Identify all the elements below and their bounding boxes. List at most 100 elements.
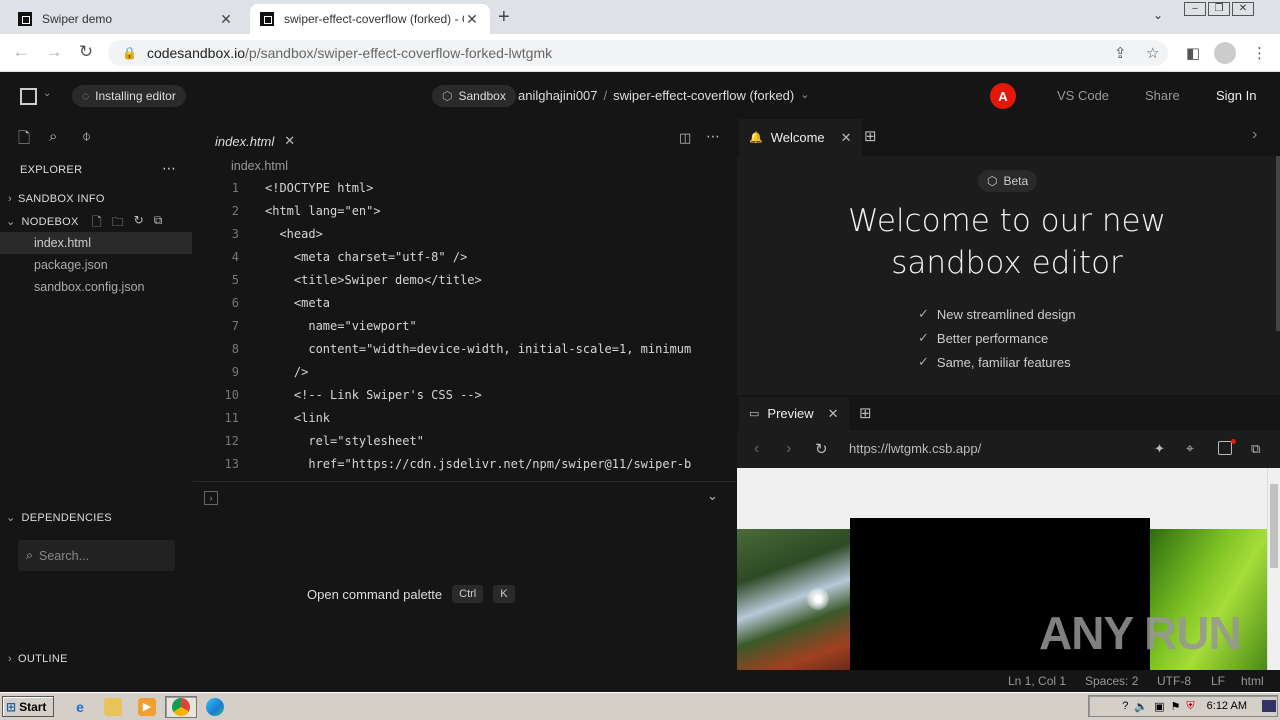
- line-ending[interactable]: LF: [1211, 674, 1225, 688]
- feature-label: New streamlined design: [936, 306, 1076, 322]
- clock-time: 6:12 AM: [1206, 700, 1247, 712]
- collapse-panel-chevron-icon[interactable]: ⌄: [707, 488, 718, 504]
- code-editor[interactable]: 1 <!DOCTYPE html> 2 <html lang="en"> 3 <he…: [193, 177, 736, 479]
- welcome-scrollbar[interactable]: [1276, 156, 1280, 331]
- files-icon[interactable]: 🗋: [18, 128, 30, 153]
- collapse-all-icon[interactable]: ⧉: [154, 213, 163, 234]
- preview-url-input[interactable]: https://lwtgmk.csb.app/: [849, 441, 981, 456]
- bookmark-star-icon[interactable]: ☆: [1146, 44, 1159, 62]
- terminal-icon[interactable]: ›: [204, 491, 218, 505]
- crosshair-icon[interactable]: ⌖: [1186, 440, 1194, 457]
- shield-icon[interactable]: ⛨: [1186, 700, 1194, 713]
- browser-tab-coverflow[interactable]: swiper-effect-coverflow (forked) - C ✕: [250, 4, 490, 34]
- indentation[interactable]: Spaces: 2: [1085, 674, 1138, 688]
- open-new-window-icon[interactable]: ⧉: [1251, 441, 1260, 457]
- preview-frame[interactable]: ANY RUN: [737, 468, 1267, 670]
- close-tab-icon[interactable]: ✕: [841, 130, 852, 146]
- restore-icon[interactable]: ❐: [1208, 2, 1230, 16]
- vscode-button[interactable]: VS Code: [1057, 88, 1109, 103]
- line-number: 7: [231, 319, 239, 333]
- ie-icon[interactable]: e: [71, 698, 89, 716]
- file-sandbox-config-json[interactable]: sandbox.config.json: [0, 276, 192, 298]
- devtools-icon[interactable]: [1218, 441, 1232, 455]
- split-editor-icon[interactable]: ◫: [679, 130, 691, 146]
- folder-icon[interactable]: [104, 698, 122, 716]
- watermark-logo: ANY RUN: [1039, 607, 1242, 659]
- file-package-json[interactable]: package.json: [0, 254, 192, 276]
- preview-scrollbar[interactable]: [1267, 468, 1280, 670]
- reload-icon[interactable]: ↻: [75, 42, 97, 62]
- system-tray: ? 🔈 ▣ ⚑ ⛨ 6:12 AM: [1088, 695, 1278, 717]
- cursor-position[interactable]: Ln 1, Col 1: [1008, 674, 1066, 688]
- line-number: 8: [231, 342, 239, 356]
- preview-reload-icon[interactable]: ↻: [815, 440, 828, 458]
- close-tab-icon[interactable]: ✕: [218, 11, 234, 28]
- help-icon[interactable]: ?: [1122, 700, 1128, 712]
- browser-tab-swiper-demo[interactable]: Swiper demo ✕: [8, 4, 244, 34]
- new-tab-icon[interactable]: +: [498, 6, 510, 29]
- share-button[interactable]: Share: [1145, 88, 1180, 103]
- tab-search-chevron-icon[interactable]: ⌄: [1153, 8, 1163, 22]
- edge-icon[interactable]: [206, 698, 224, 716]
- share-page-icon[interactable]: ⇪: [1114, 44, 1127, 62]
- close-tab-icon[interactable]: ✕: [828, 406, 839, 422]
- menu-kebab-icon[interactable]: ⋮: [1252, 44, 1267, 62]
- magic-wand-icon[interactable]: ✦: [1154, 441, 1165, 457]
- menu-chevron-down-icon[interactable]: ⌄: [43, 88, 51, 99]
- codesandbox-favicon-icon: [260, 12, 274, 26]
- command-palette-hint[interactable]: Open command palette Ctrl K: [307, 585, 515, 603]
- file-index-html[interactable]: index.html: [0, 232, 192, 254]
- network-icon[interactable]: ▣: [1154, 700, 1164, 713]
- outline-section[interactable]: › OUTLINE: [8, 653, 68, 665]
- git-commit-icon[interactable]: ⌽: [82, 128, 91, 145]
- project-title[interactable]: anilghajini007 / swiper-effect-coverflow…: [518, 88, 809, 103]
- line-content: <meta: [265, 296, 331, 310]
- editor-more-icon[interactable]: ⋯: [706, 128, 720, 145]
- avatar[interactable]: A: [990, 83, 1016, 109]
- close-tab-icon[interactable]: ✕: [464, 11, 480, 28]
- sandbox-info-section[interactable]: › SANDBOX INFO: [8, 193, 105, 205]
- flag-icon[interactable]: ⚑: [1171, 700, 1181, 713]
- back-icon[interactable]: ←: [10, 42, 32, 62]
- minimize-icon[interactable]: ‒: [1184, 2, 1206, 16]
- new-file-icon[interactable]: 🗋: [92, 213, 102, 234]
- close-tab-icon[interactable]: ✕: [284, 133, 295, 149]
- show-desktop-icon[interactable]: [1262, 700, 1276, 712]
- sign-in-button[interactable]: Sign In: [1216, 88, 1256, 103]
- language-mode[interactable]: html: [1241, 674, 1264, 688]
- side-panel-icon[interactable]: ◧: [1186, 44, 1200, 62]
- encoding[interactable]: UTF-8: [1157, 674, 1191, 688]
- search-icon[interactable]: ⌕: [49, 128, 57, 145]
- editor-tab-index-html[interactable]: index.html ✕: [215, 126, 295, 156]
- address-bar[interactable]: 🔒 codesandbox.io/p/sandbox/swiper-effect…: [108, 40, 1168, 66]
- chevron-right-icon[interactable]: ›: [1252, 126, 1257, 144]
- menu-square-icon[interactable]: [20, 88, 37, 105]
- beta-cube-icon: ⬡: [987, 174, 998, 188]
- start-button[interactable]: ⊞ Start: [2, 696, 54, 717]
- welcome-tab[interactable]: 🔔 Welcome ✕: [739, 119, 862, 156]
- dependencies-section[interactable]: ⌄ DEPENDENCIES: [6, 511, 112, 525]
- sandbox-label: Sandbox: [458, 89, 506, 103]
- add-tab-icon[interactable]: ⊞: [859, 404, 872, 422]
- line-content: <!DOCTYPE html>: [265, 181, 374, 195]
- close-window-icon[interactable]: ✕: [1232, 2, 1254, 16]
- line-content: href="https://cdn.jsdelivr.net/npm/swipe…: [265, 457, 692, 471]
- feature-item: ✓ Same, familiar features: [918, 354, 1071, 370]
- preview-back-icon[interactable]: ‹: [754, 440, 759, 458]
- volume-icon[interactable]: 🔈: [1134, 700, 1148, 713]
- preview-tab[interactable]: ▭ Preview ✕: [739, 397, 849, 430]
- code-line: 7 name="viewport": [193, 315, 736, 338]
- code-line: 2 <html lang="en">: [193, 200, 736, 223]
- media-player-icon[interactable]: ▶: [138, 698, 156, 716]
- dependency-search-input[interactable]: ⌕ Search...: [18, 540, 175, 571]
- add-tab-icon[interactable]: ⊞: [864, 127, 877, 145]
- forward-icon[interactable]: →: [43, 42, 65, 62]
- profile-icon[interactable]: [1214, 42, 1236, 64]
- lock-icon: 🔒: [122, 46, 137, 60]
- refresh-icon[interactable]: ↻: [134, 213, 144, 234]
- explorer-more-icon[interactable]: ⋯: [162, 160, 176, 177]
- nodebox-section[interactable]: ⌄ NODEBOX: [6, 215, 79, 229]
- preview-forward-icon[interactable]: ›: [786, 440, 791, 458]
- new-folder-icon[interactable]: 🗀: [112, 213, 124, 234]
- scrollbar-thumb[interactable]: [1270, 484, 1278, 568]
